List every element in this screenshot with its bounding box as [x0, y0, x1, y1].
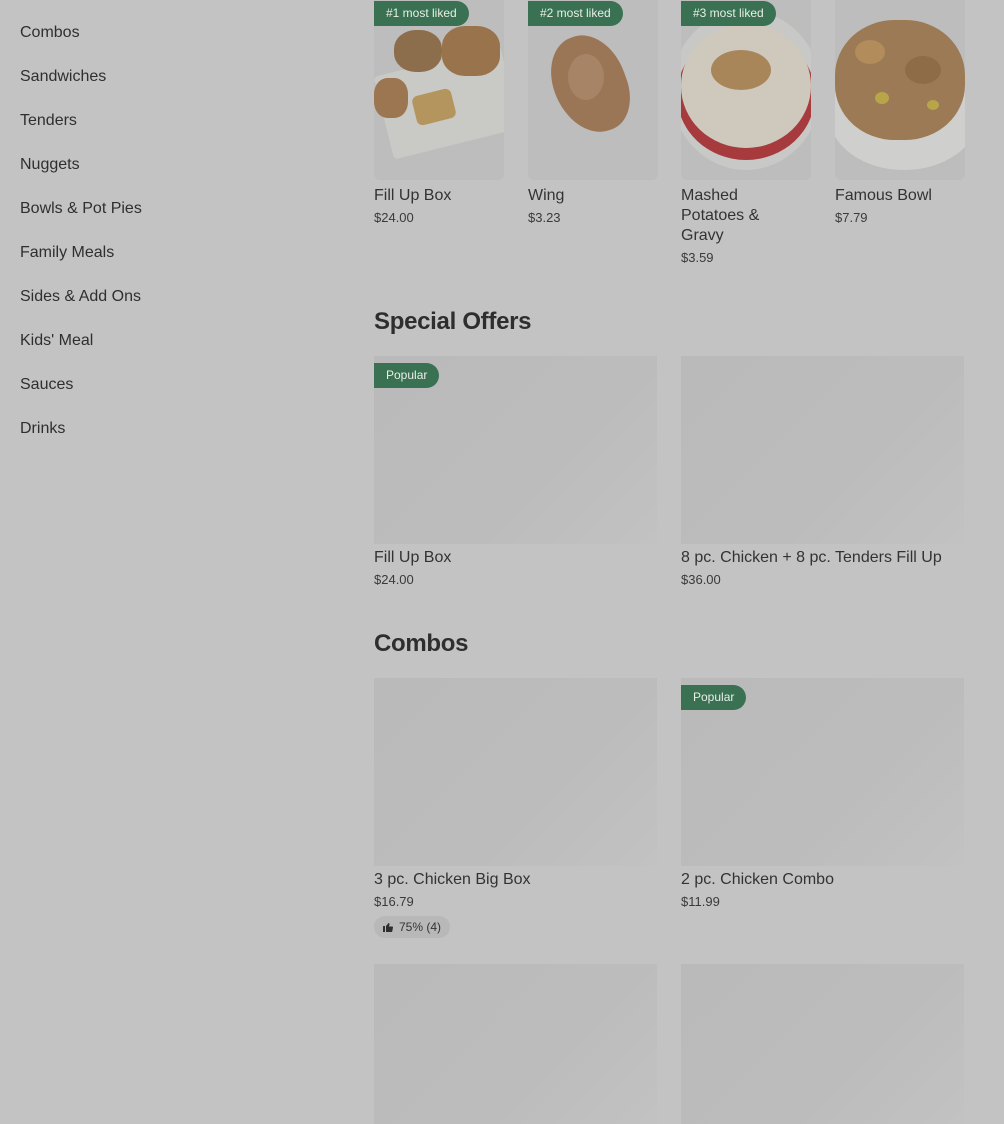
menu-content: #1 most liked Fill Up Box $24.00 #2 most…	[374, 0, 965, 1124]
rating-text: 75% (4)	[399, 920, 442, 934]
item-price: $3.23	[528, 210, 561, 225]
sidebar-item-sides-add-ons[interactable]: Sides & Add Ons	[20, 287, 141, 307]
sidebar-item-tenders[interactable]: Tenders	[20, 111, 77, 131]
item-image	[374, 964, 657, 1124]
item-image	[681, 964, 964, 1124]
most-liked-badge: #3 most liked	[681, 1, 776, 26]
popular-badge: Popular	[374, 363, 440, 388]
item-name: 8 pc. Chicken + 8 pc. Tenders Fill Up	[681, 549, 942, 566]
sidebar-item-family-meals[interactable]: Family Meals	[20, 243, 114, 263]
section-title-combos: Combos	[374, 630, 469, 657]
item-price: $24.00	[374, 572, 414, 587]
item-name: Famous Bowl	[835, 187, 932, 204]
thumbs-up-icon	[383, 923, 394, 932]
item-name: Wing	[528, 187, 565, 204]
sidebar-item-bowls-pot-pies[interactable]: Bowls & Pot Pies	[20, 199, 142, 219]
item-image	[374, 678, 657, 866]
item-name: Fill Up Box	[374, 549, 452, 566]
item-image	[681, 0, 811, 180]
section-title-special-offers: Special Offers	[374, 308, 532, 335]
item-image	[528, 0, 658, 180]
item-name: 3 pc. Chicken Big Box	[374, 871, 531, 888]
item-image	[681, 356, 964, 544]
most-liked-badge: #2 most liked	[528, 1, 623, 26]
item-name: Mashed Potatoes & Gravy	[681, 187, 760, 244]
sidebar-item-sandwiches[interactable]: Sandwiches	[20, 67, 106, 87]
rating-badge: 75% (4)	[374, 916, 451, 938]
item-price: $16.79	[374, 894, 414, 909]
item-name: 2 pc. Chicken Combo	[681, 871, 834, 888]
item-image	[374, 0, 504, 180]
popular-badge: Popular	[681, 685, 747, 710]
item-image	[835, 0, 965, 180]
sidebar-item-nuggets[interactable]: Nuggets	[20, 155, 80, 175]
item-price: $36.00	[681, 572, 721, 587]
sidebar-item-sauces[interactable]: Sauces	[20, 375, 73, 395]
most-liked-badge: #1 most liked	[374, 1, 469, 26]
sidebar-item-kids-meal[interactable]: Kids' Meal	[20, 331, 93, 351]
item-name: Fill Up Box	[374, 187, 452, 204]
sidebar-item-combos[interactable]: Combos	[20, 23, 80, 43]
item-price: $11.99	[681, 894, 720, 909]
item-price: $7.79	[835, 210, 868, 225]
sidebar-item-drinks[interactable]: Drinks	[20, 419, 65, 439]
item-price: $3.59	[681, 250, 714, 265]
item-price: $24.00	[374, 210, 414, 225]
